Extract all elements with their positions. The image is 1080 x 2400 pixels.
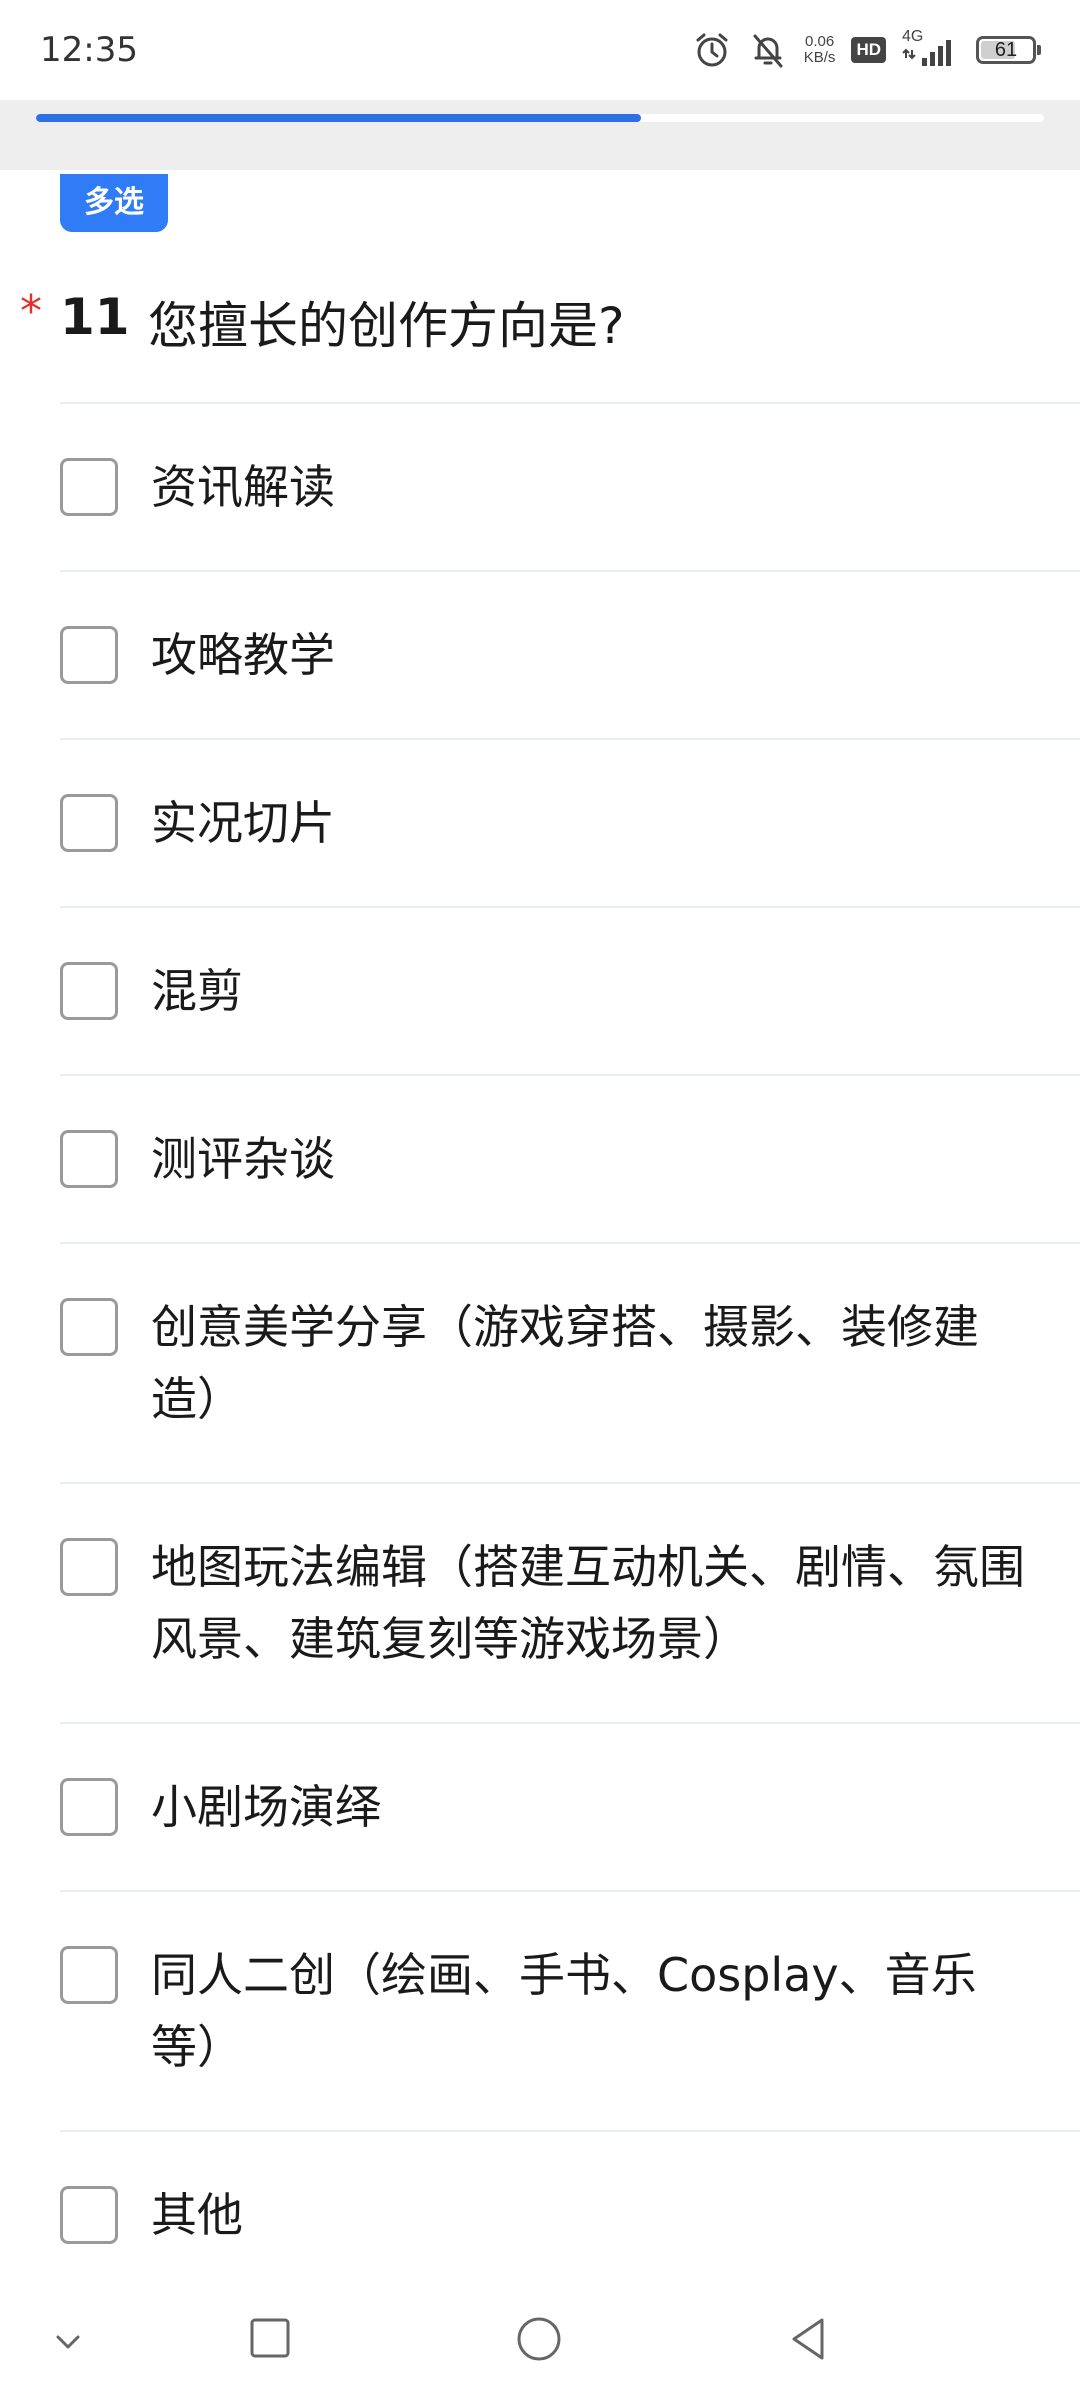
checkbox[interactable] — [60, 1298, 118, 1356]
recents-square-icon[interactable] — [246, 2314, 294, 2366]
option-label: 实况切片 — [151, 796, 335, 850]
battery-level: 61 — [994, 39, 1018, 61]
option-6[interactable]: 创意美学分享（游戏穿搭、摄影、装修建造） — [60, 1242, 1080, 1482]
option-label: 同人二创（绘画、手书、Cosplay、音乐等） — [151, 1948, 977, 2074]
option-label: 攻略教学 — [151, 628, 335, 682]
alarm-icon — [692, 30, 732, 70]
option-label: 混剪 — [151, 964, 243, 1018]
hd-icon: HD — [851, 37, 886, 63]
bell-muted-icon — [748, 30, 788, 70]
option-10[interactable]: 其他 — [60, 2130, 1080, 2298]
option-label: 其他 — [151, 2188, 243, 2242]
question-title: * 11 您擅长的创作方向是? — [20, 280, 1060, 370]
option-label: 测评杂谈 — [151, 1132, 335, 1186]
option-9[interactable]: 同人二创（绘画、手书、Cosplay、音乐等） — [60, 1890, 1080, 2130]
net-speed-value: 0.06 — [804, 33, 835, 50]
option-label: 资讯解读 — [151, 460, 335, 514]
chevron-down-icon[interactable] — [48, 2322, 88, 2366]
progress-area — [0, 100, 1080, 170]
net-speed-unit: KB/s — [803, 49, 836, 66]
option-5[interactable]: 测评杂谈 — [60, 1074, 1080, 1242]
checkbox[interactable] — [60, 962, 118, 1020]
checkbox[interactable] — [60, 1778, 118, 1836]
checkbox[interactable] — [60, 2186, 118, 2244]
battery-icon: 61 — [976, 36, 1041, 64]
checkbox[interactable] — [60, 1538, 118, 1596]
option-3[interactable]: 实况切片 — [60, 738, 1080, 906]
options-list: 资讯解读 攻略教学 实况切片 混剪 测评杂谈 创意美学分享（游戏穿搭、摄影、装修… — [0, 402, 1080, 2298]
status-icons: 0.06 KB/s HD 4G 61 — [692, 26, 1041, 74]
status-bar: 12:35 0.06 KB/s HD 4G 61 — [0, 0, 1080, 100]
checkbox[interactable] — [60, 1946, 118, 2004]
option-label: 地图玩法编辑（搭建互动机关、剧情、氛围风景、建筑复刻等游戏场景） — [151, 1540, 1025, 1666]
option-8[interactable]: 小剧场演绎 — [60, 1722, 1080, 1890]
signal-icon: 4G — [902, 28, 960, 70]
option-4[interactable]: 混剪 — [60, 906, 1080, 1074]
option-label: 创意美学分享（游戏穿搭、摄影、装修建造） — [151, 1300, 979, 1426]
question-number: 11 — [60, 288, 130, 346]
checkbox[interactable] — [60, 458, 118, 516]
system-nav-bar — [0, 2290, 1080, 2400]
required-mark: * — [20, 286, 42, 337]
checkbox[interactable] — [60, 794, 118, 852]
option-label: 小剧场演绎 — [151, 1780, 381, 1834]
checkbox[interactable] — [60, 626, 118, 684]
question-text: 您擅长的创作方向是? — [148, 297, 625, 355]
home-circle-icon[interactable] — [514, 2314, 564, 2368]
option-1[interactable]: 资讯解读 — [60, 402, 1080, 570]
progress-fill — [36, 114, 641, 122]
net-speed: 0.06 KB/s — [804, 34, 836, 66]
back-triangle-icon[interactable] — [784, 2314, 832, 2368]
checkbox[interactable] — [60, 1130, 118, 1188]
option-2[interactable]: 攻略教学 — [60, 570, 1080, 738]
option-7[interactable]: 地图玩法编辑（搭建互动机关、剧情、氛围风景、建筑复刻等游戏场景） — [60, 1482, 1080, 1722]
status-time: 12:35 — [40, 30, 138, 70]
progress-track — [36, 114, 1044, 122]
multi-select-badge: 多选 — [60, 174, 168, 232]
